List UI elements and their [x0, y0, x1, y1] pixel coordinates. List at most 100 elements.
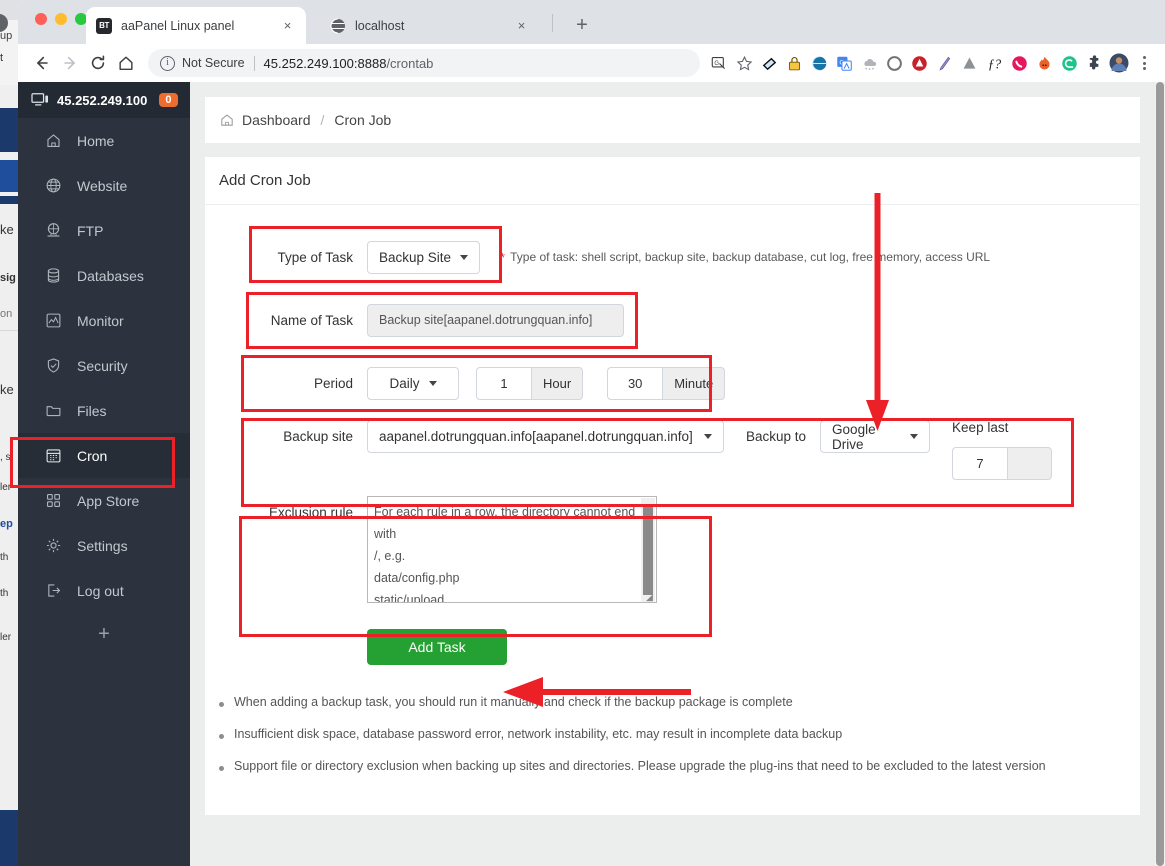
- bg-text-fragment: sig: [0, 272, 16, 284]
- sidebar-item-website[interactable]: Website: [18, 163, 190, 208]
- scrollbar-thumb[interactable]: [643, 505, 653, 595]
- textarea-scrollbar[interactable]: [641, 498, 655, 602]
- bg-text-fragment: ke: [0, 222, 14, 237]
- sidebar-item-security[interactable]: Security: [18, 343, 190, 388]
- reload-button[interactable]: [84, 49, 112, 77]
- exclusion-rule-line: /, e.g.: [374, 549, 406, 563]
- sidebar-item-files[interactable]: Files: [18, 388, 190, 433]
- sidebar-host-header[interactable]: 45.252.249.100 0: [18, 82, 190, 118]
- bg-text-fragment: up: [0, 30, 13, 42]
- period-value: Daily: [389, 375, 420, 391]
- sidebar-item-label: Monitor: [77, 312, 124, 329]
- extension-toolbar: G G: [708, 52, 1130, 74]
- resize-handle-icon[interactable]: ◢: [646, 593, 655, 602]
- period-minute-group: 30 Minute: [607, 366, 726, 400]
- phone-pink-icon[interactable]: [1008, 52, 1030, 74]
- sidebar-item-settings[interactable]: Settings: [18, 523, 190, 568]
- pen-purple-icon[interactable]: [933, 52, 955, 74]
- info-icon[interactable]: i: [160, 55, 175, 71]
- page-scrollbar[interactable]: [1155, 82, 1165, 866]
- url-text: 45.252.249.100:8888/crontab: [264, 56, 434, 71]
- form-row-backup: Backup site aapanel.dotrungquan.info[aap…: [205, 420, 1140, 480]
- sidebar-item-label: Home: [77, 132, 115, 149]
- diamond-icon[interactable]: [758, 52, 780, 74]
- security-status: Not Secure: [182, 56, 245, 70]
- f-question-icon[interactable]: ƒ?: [983, 52, 1005, 74]
- backup-to-value: Google Drive: [832, 421, 876, 452]
- tab-aapanel[interactable]: BT aaPanel Linux panel ×: [86, 7, 306, 44]
- drive-grey-icon[interactable]: [958, 52, 980, 74]
- new-tab-button[interactable]: +: [570, 14, 594, 38]
- scrollbar-thumb[interactable]: [1156, 82, 1164, 866]
- google-translate-icon[interactable]: G: [833, 52, 855, 74]
- notes-list: When adding a backup task, you should ru…: [205, 695, 1140, 773]
- close-icon[interactable]: ×: [513, 17, 530, 34]
- g-green-icon[interactable]: [1058, 52, 1080, 74]
- bg-text-fragment: th: [0, 552, 9, 563]
- period-hour-input[interactable]: 1: [476, 366, 531, 400]
- divider: [253, 55, 255, 71]
- name-of-task-input[interactable]: Backup site[aapanel.dotrungquan.info]: [367, 303, 624, 337]
- sidebar-item-app-store[interactable]: App Store: [18, 478, 190, 523]
- shield-icon: [44, 357, 62, 375]
- period-select[interactable]: Daily: [367, 366, 459, 400]
- list-item: Insufficient disk space, database passwo…: [219, 727, 1140, 741]
- required-marker: *: [500, 249, 506, 265]
- globe-blue-icon[interactable]: [808, 52, 830, 74]
- home-button[interactable]: [112, 49, 140, 77]
- keep-last-group: 7: [952, 447, 1053, 480]
- bookmark-star-icon[interactable]: [733, 52, 755, 74]
- sidebar-item-databases[interactable]: Databases: [18, 253, 190, 298]
- chart-monitor-icon: [44, 312, 62, 330]
- sidebar-item-label: Cron: [77, 447, 108, 464]
- sidebar-add-button[interactable]: +: [18, 613, 190, 655]
- type-of-task-select[interactable]: Backup Site: [367, 240, 481, 274]
- bullet-icon: [219, 734, 224, 739]
- window-controls[interactable]: [35, 13, 87, 25]
- keep-last-input[interactable]: 7: [952, 447, 1008, 480]
- forward-button[interactable]: [56, 49, 84, 77]
- exclusion-rule-textarea[interactable]: For each rule in a row, the directory ca…: [367, 496, 657, 603]
- fire-icon[interactable]: [1033, 52, 1055, 74]
- form-row-name-of-task: Name of Task Backup site[aapanel.dotrung…: [205, 294, 1140, 346]
- close-window-button[interactable]: [35, 13, 47, 25]
- breadcrumb-root[interactable]: Dashboard: [242, 112, 311, 128]
- circle-outline-icon[interactable]: [883, 52, 905, 74]
- close-icon[interactable]: ×: [279, 17, 296, 34]
- lock-icon[interactable]: [783, 52, 805, 74]
- tab-strip: BT aaPanel Linux panel × localhost × +: [18, 0, 1165, 44]
- exclusion-rule-label: Exclusion rule: [268, 505, 353, 520]
- breadcrumb-current: Cron Job: [334, 112, 392, 128]
- translate-icon[interactable]: G: [708, 52, 730, 74]
- sidebar-item-log-out[interactable]: Log out: [18, 568, 190, 613]
- main-content: Dashboard / Cron Job Add Cron Job Type o…: [190, 82, 1155, 866]
- sidebar-item-home[interactable]: Home: [18, 118, 190, 163]
- exclusion-rule-line: static/upload: [374, 593, 445, 603]
- minimize-window-button[interactable]: [55, 13, 67, 25]
- sidebar-item-monitor[interactable]: Monitor: [18, 298, 190, 343]
- tab-localhost[interactable]: localhost ×: [320, 7, 540, 44]
- address-bar[interactable]: i Not Secure 45.252.249.100:8888/crontab: [148, 49, 700, 77]
- bg-text-fragment: ep: [0, 518, 13, 530]
- backup-site-select[interactable]: aapanel.dotrungquan.info[aapanel.dotrung…: [367, 420, 724, 453]
- add-task-button[interactable]: Add Task: [367, 629, 507, 665]
- sidebar-item-cron[interactable]: Cron: [18, 433, 190, 478]
- chrome-menu-icon[interactable]: [1133, 52, 1155, 74]
- sidebar-item-label: Settings: [77, 537, 128, 554]
- cloud-grey-icon[interactable]: [858, 52, 880, 74]
- submit-row: Add Task: [205, 629, 1140, 665]
- profile-avatar[interactable]: [1108, 52, 1130, 74]
- database-icon: [44, 267, 62, 285]
- url-path: /crontab: [386, 55, 434, 71]
- period-minute-input[interactable]: 30: [607, 366, 663, 400]
- logout-icon: [44, 582, 62, 600]
- back-button[interactable]: [28, 49, 56, 77]
- puzzle-icon[interactable]: [1083, 52, 1105, 74]
- avast-icon[interactable]: [908, 52, 930, 74]
- sidebar-host-label: 45.252.249.100: [57, 92, 148, 108]
- backup-to-select[interactable]: Google Drive: [820, 420, 931, 453]
- sidebar-item-ftp[interactable]: FTP: [18, 208, 190, 253]
- globe-icon: [330, 17, 346, 34]
- name-of-task-label: Name of Task: [270, 312, 353, 328]
- browser-toolbar: i Not Secure 45.252.249.100:8888/crontab…: [18, 44, 1165, 82]
